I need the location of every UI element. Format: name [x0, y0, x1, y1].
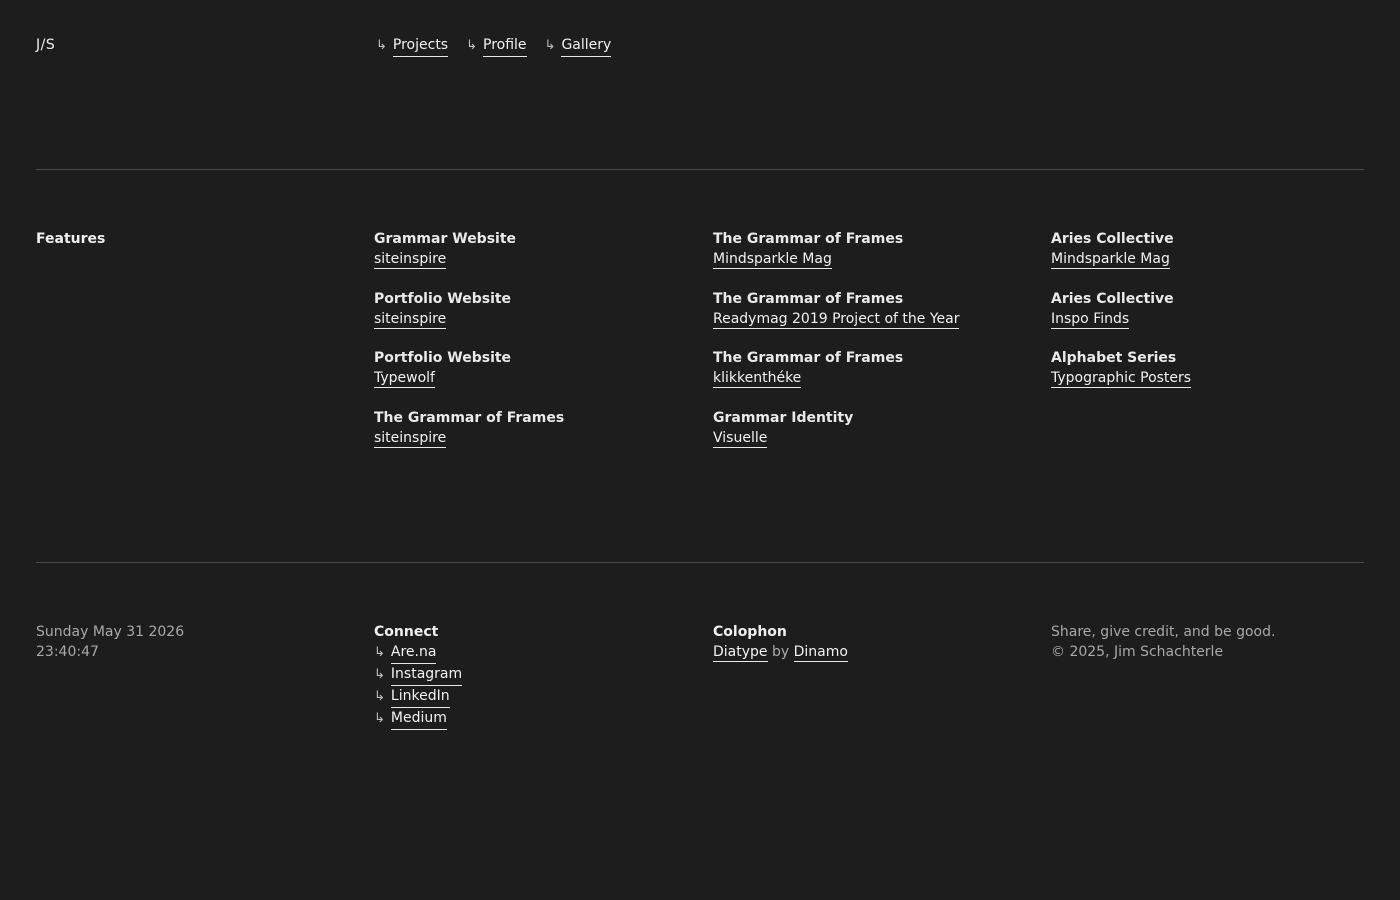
arrow-icon: ↳ — [544, 38, 556, 53]
nav-link-projects[interactable]: Projects — [392, 35, 449, 57]
clock-block: Sunday May 31 2026 23:40:47 — [36, 622, 184, 662]
features-column-2: The Grammar of Frames Mindsparkle Mag Th… — [713, 229, 960, 467]
feature-source-link[interactable]: Readymag 2019 Project of the Year — [713, 310, 960, 329]
features-column-3: Aries Collective Mindsparkle Mag Aries C… — [1051, 229, 1192, 408]
colophon-foundry-link[interactable]: Dinamo — [793, 644, 848, 662]
arrow-icon: ↳ — [374, 689, 385, 704]
feature-source-link[interactable]: klikkenthéke — [713, 370, 802, 388]
connect-title: Connect — [374, 624, 439, 640]
feature-entry: Alphabet Series Typographic Posters — [1051, 348, 1192, 388]
feature-title: Aries Collective — [1051, 231, 1174, 247]
feature-entry: Aries Collective Mindsparkle Mag — [1051, 229, 1191, 269]
colophon-title: Colophon — [713, 624, 787, 640]
colophon-font-link[interactable]: Diatype — [713, 644, 768, 662]
arrow-icon: ↳ — [374, 667, 385, 682]
connect-item-linkedin: ↳ LinkedIn — [374, 686, 462, 708]
page: J/S ↳ Projects ↳ Profile ↳ Gallery Featu… — [0, 0, 1400, 900]
feature-entry: Grammar Website siteinspire — [374, 229, 564, 269]
feature-entry: The Grammar of Frames klikkenthéke — [713, 348, 959, 388]
connect-link-linkedin[interactable]: LinkedIn — [390, 686, 450, 708]
feature-title: Grammar Website — [374, 231, 517, 247]
nav-item-profile: ↳ Profile — [466, 35, 527, 57]
colophon-by: by — [771, 644, 790, 660]
feature-entry: The Grammar of Frames siteinspire — [374, 408, 564, 448]
feature-entry: Portfolio Website siteinspire — [374, 289, 564, 329]
feature-entry: Grammar Identity Visuelle — [713, 408, 959, 448]
feature-title: The Grammar of Frames — [374, 409, 565, 426]
feature-title: The Grammar of Frames — [713, 290, 904, 307]
logo[interactable]: J/S — [36, 35, 55, 55]
feature-title: Aries Collective — [1051, 290, 1174, 307]
feature-title: Portfolio Website — [374, 290, 512, 307]
feature-title: Alphabet Series — [1051, 350, 1177, 366]
nav-item-projects: ↳ Projects — [376, 35, 449, 57]
arrow-icon: ↳ — [374, 645, 385, 660]
arrow-icon: ↳ — [374, 711, 385, 726]
connect-item-instagram: ↳ Instagram — [374, 664, 463, 686]
nav-link-profile[interactable]: Profile — [483, 35, 527, 57]
feature-entry: The Grammar of Frames Readymag 2019 Proj… — [713, 289, 960, 329]
arrow-icon: ↳ — [376, 38, 387, 53]
colophon-block: Colophon Diatype by Dinamo — [713, 622, 848, 662]
main-nav: ↳ Projects ↳ Profile ↳ Gallery — [376, 35, 612, 57]
feature-title: Grammar Identity — [713, 409, 854, 426]
copyright: © 2025, Jim Schachterle — [1051, 644, 1224, 660]
feature-source-link[interactable]: Typewolf — [374, 370, 435, 388]
feature-entry: The Grammar of Frames Mindsparkle Mag — [713, 229, 959, 269]
feature-source-link[interactable]: Mindsparkle Mag — [713, 251, 832, 269]
site-header: J/S ↳ Projects ↳ Profile ↳ Gallery — [36, 35, 1364, 57]
current-time: 23:40:47 — [36, 644, 99, 660]
feature-source-link[interactable]: Inspo Finds — [1051, 310, 1130, 329]
feature-title: The Grammar of Frames — [713, 350, 904, 366]
connect-item-medium: ↳ Medium — [374, 708, 462, 730]
current-date: Sunday May 31 2026 — [36, 624, 185, 640]
feature-source-link[interactable]: siteinspire — [374, 310, 447, 329]
connect-link-arena[interactable]: Are.na — [390, 642, 437, 664]
feature-source-link[interactable]: Mindsparkle Mag — [1051, 251, 1170, 269]
feature-entry: Aries Collective Inspo Finds — [1051, 289, 1191, 329]
credits-block: Share, give credit, and be good. © 2025,… — [1051, 622, 1275, 662]
connect-block: Connect ↳ Are.na ↳ Instagram ↳ LinkedIn … — [374, 622, 463, 730]
divider-top — [36, 169, 1364, 170]
divider-bottom — [36, 562, 1364, 563]
nav-item-gallery: ↳ Gallery — [545, 35, 612, 57]
feature-source-link[interactable]: siteinspire — [374, 429, 447, 448]
feature-title: The Grammar of Frames — [713, 231, 904, 247]
feature-title: Portfolio Website — [374, 350, 512, 366]
tagline: Share, give credit, and be good. — [1051, 624, 1276, 640]
features-column-1: Grammar Website siteinspire Portfolio We… — [374, 229, 564, 467]
connect-item-arena: ↳ Are.na — [374, 642, 462, 664]
feature-entry: Portfolio Website Typewolf — [374, 348, 564, 388]
colophon-line: Diatype by Dinamo — [713, 642, 848, 662]
arrow-icon: ↳ — [466, 38, 478, 53]
feature-source-link[interactable]: Visuelle — [713, 429, 768, 448]
feature-source-link[interactable]: siteinspire — [374, 251, 447, 269]
feature-source-link[interactable]: Typographic Posters — [1051, 370, 1192, 388]
features-label: Features — [36, 231, 106, 247]
connect-link-medium[interactable]: Medium — [390, 708, 447, 730]
nav-link-gallery[interactable]: Gallery — [561, 35, 612, 57]
connect-link-instagram[interactable]: Instagram — [390, 664, 463, 686]
